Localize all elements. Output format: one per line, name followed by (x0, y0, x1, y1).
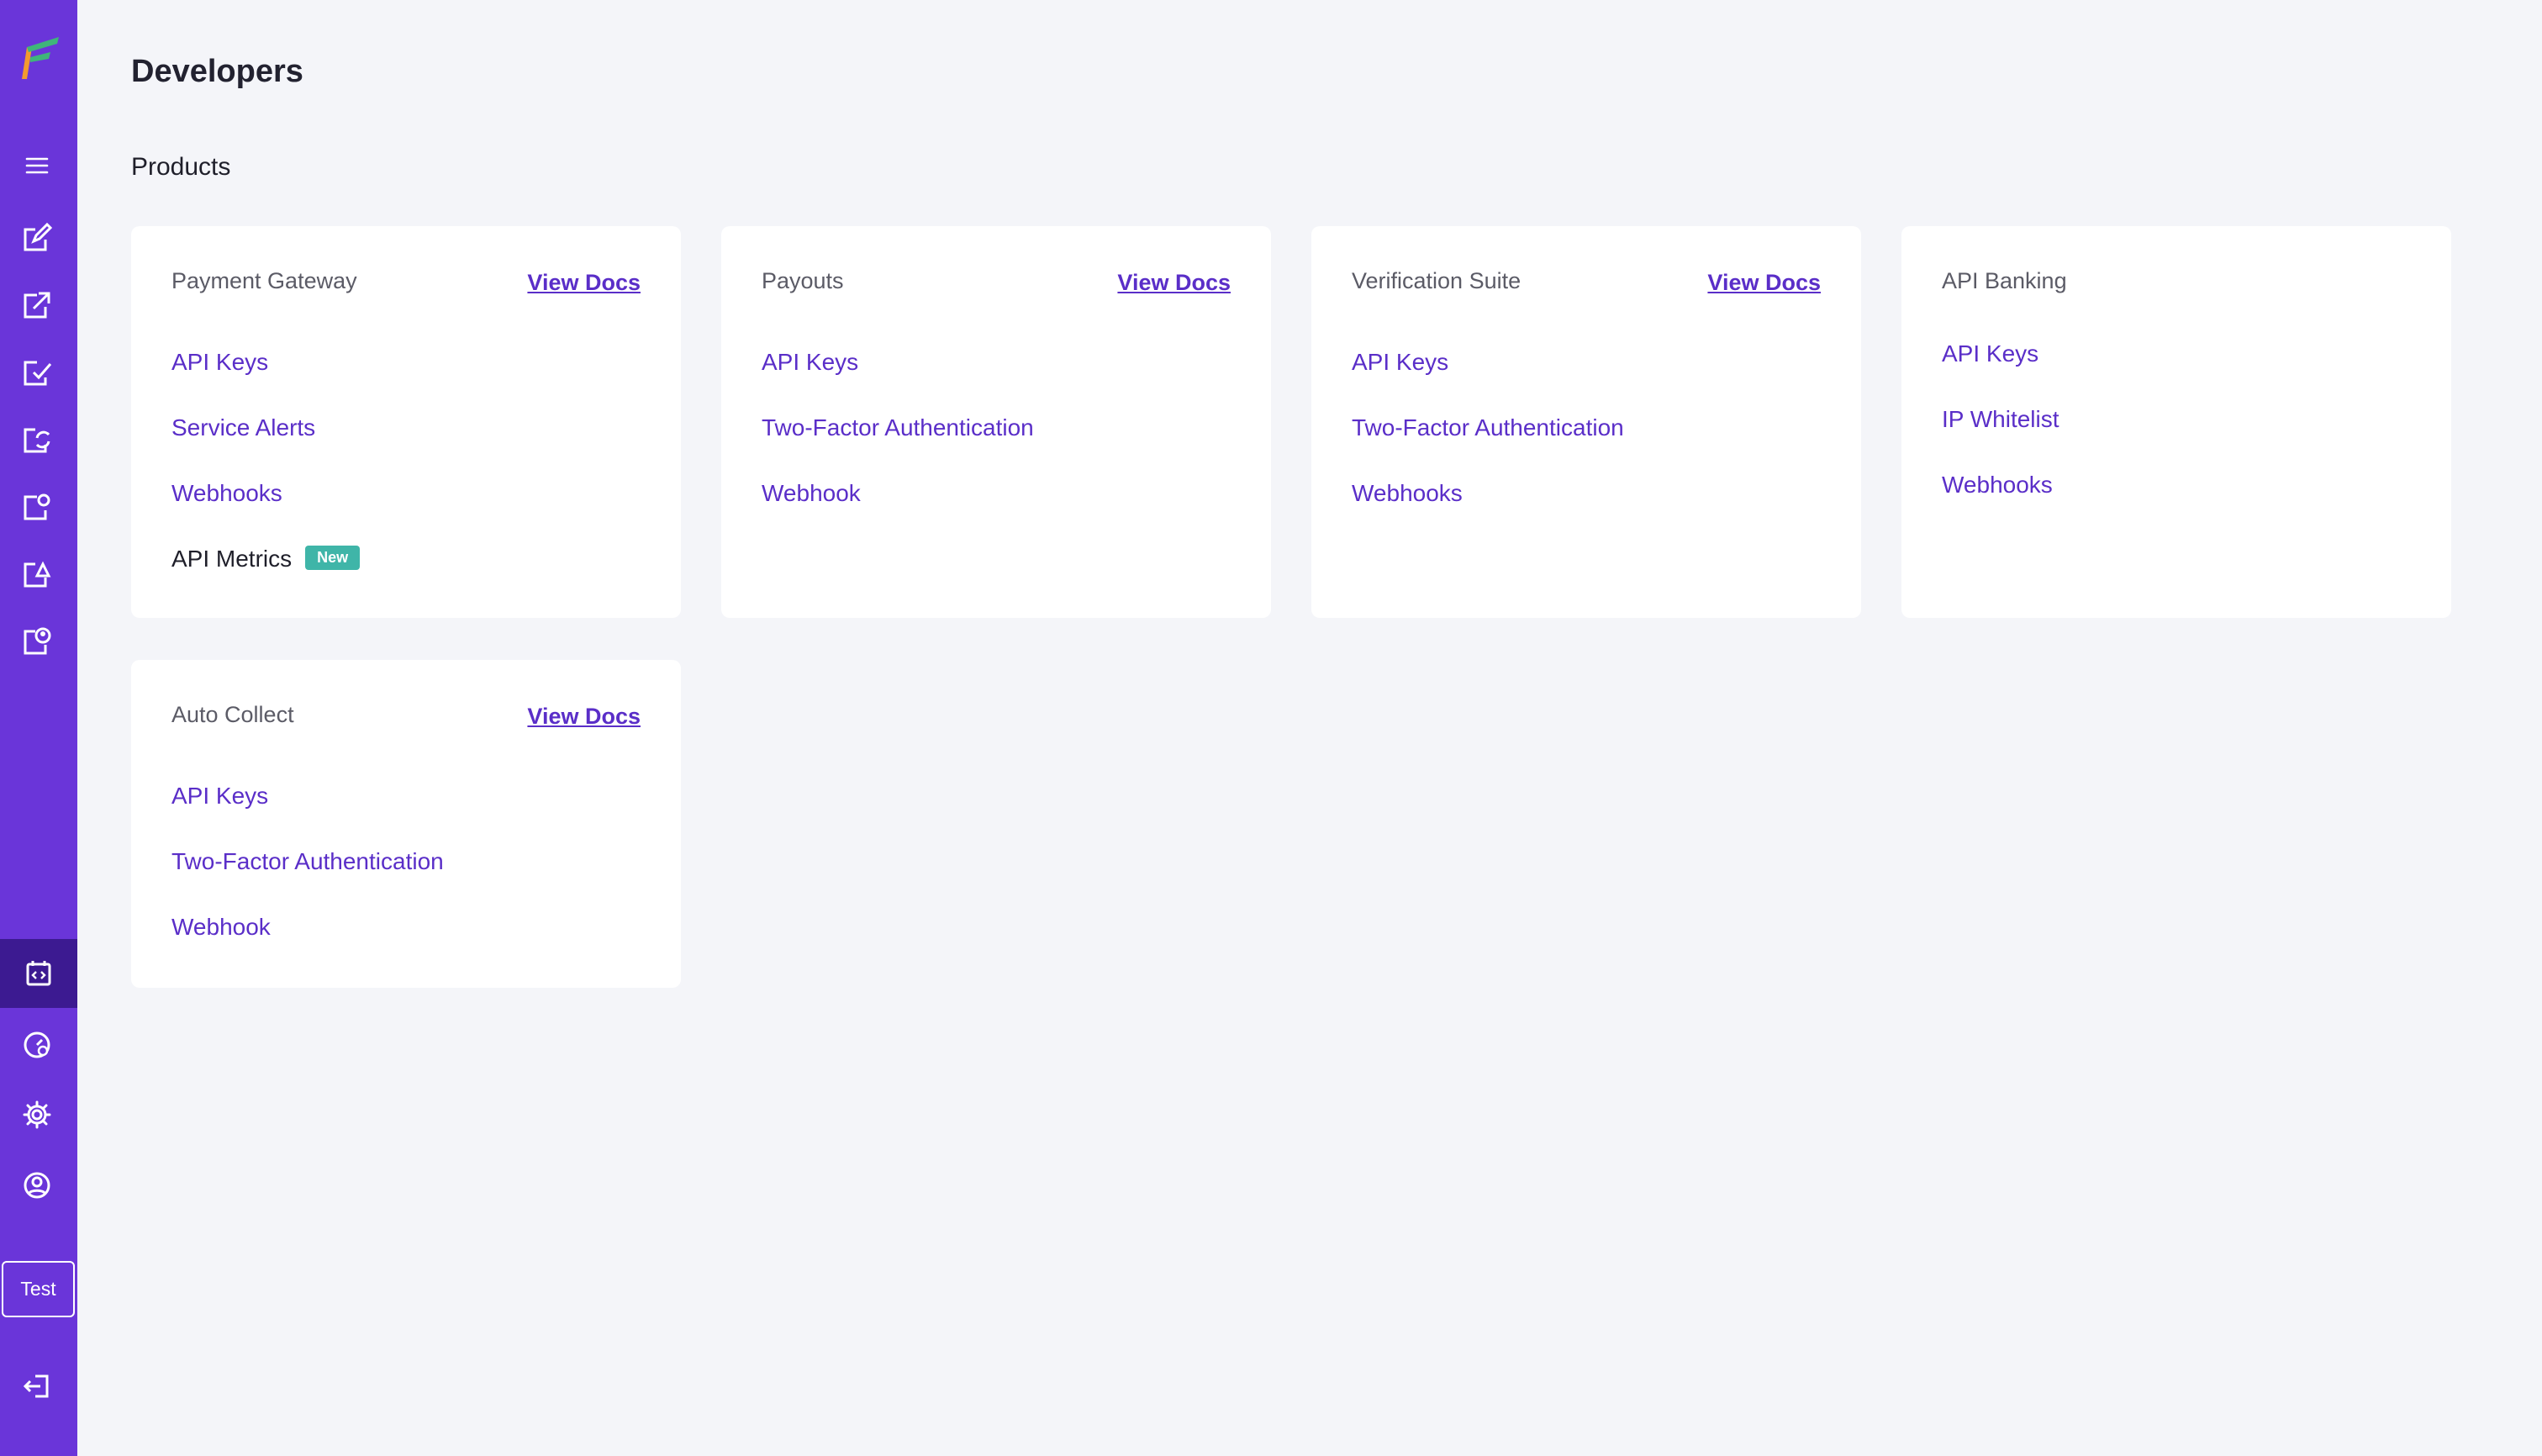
refresh-doc-icon[interactable] (17, 419, 57, 460)
developers-code-icon[interactable] (0, 939, 77, 1008)
link-webhooks[interactable]: Webhooks (1352, 480, 1463, 507)
link-api-metrics-label: API Metrics (171, 546, 293, 572)
card-title: Payment Gateway (171, 268, 357, 293)
account-user-icon[interactable] (17, 1165, 57, 1205)
link-two-factor-authentication[interactable]: Two-Factor Authentication (762, 414, 1034, 441)
sidebar: Test (0, 0, 77, 1456)
card-title: API Banking (1942, 268, 2067, 293)
mode-test-badge[interactable]: Test (2, 1261, 75, 1317)
link-api-keys[interactable]: API Keys (762, 349, 858, 376)
view-docs-link[interactable]: View Docs (1707, 270, 1821, 296)
logout-icon[interactable] (17, 1366, 57, 1406)
settings-gear-icon[interactable] (17, 1095, 57, 1135)
link-webhook[interactable]: Webhook (762, 480, 861, 507)
link-webhooks[interactable]: Webhooks (171, 480, 282, 507)
product-card-verification-suite: Verification Suite View Docs API Keys Tw… (1311, 226, 1861, 618)
brand-logo[interactable] (15, 35, 62, 82)
link-service-alerts[interactable]: Service Alerts (171, 414, 315, 441)
dashboard-gauge-icon[interactable] (17, 1025, 57, 1065)
new-badge: New (305, 546, 361, 571)
product-card-payouts: Payouts View Docs API Keys Two-Factor Au… (721, 226, 1271, 618)
link-api-keys[interactable]: API Keys (171, 783, 268, 810)
page-title: Developers (131, 54, 303, 89)
product-card-api-banking: API Banking API Keys IP Whitelist Webhoo… (1901, 226, 2451, 618)
upload-doc-icon[interactable] (17, 554, 57, 594)
link-api-keys[interactable]: API Keys (1942, 340, 2038, 367)
card-title: Auto Collect (171, 702, 294, 727)
card-title: Payouts (762, 268, 844, 293)
export-doc-icon[interactable] (17, 285, 57, 325)
link-ip-whitelist[interactable]: IP Whitelist (1942, 406, 2059, 433)
product-card-payment-gateway: Payment Gateway View Docs API Keys Servi… (131, 226, 681, 618)
section-title: Products (131, 153, 231, 181)
menu-icon[interactable] (17, 145, 57, 186)
profile-doc-icon[interactable] (17, 487, 57, 527)
product-card-auto-collect: Auto Collect View Docs API Keys Two-Fact… (131, 660, 681, 988)
link-api-metrics[interactable]: API Metrics New (171, 546, 361, 572)
link-two-factor-authentication[interactable]: Two-Factor Authentication (171, 848, 444, 875)
edit-doc-icon[interactable] (17, 218, 57, 258)
link-webhook[interactable]: Webhook (171, 914, 271, 941)
view-docs-link[interactable]: View Docs (527, 704, 641, 730)
link-two-factor-authentication[interactable]: Two-Factor Authentication (1352, 414, 1624, 441)
user-doc-icon[interactable] (17, 621, 57, 662)
view-docs-link[interactable]: View Docs (1117, 270, 1231, 296)
link-webhooks[interactable]: Webhooks (1942, 472, 2053, 499)
card-title: Verification Suite (1352, 268, 1522, 293)
link-api-keys[interactable]: API Keys (1352, 349, 1448, 376)
view-docs-link[interactable]: View Docs (527, 270, 641, 296)
verified-doc-icon[interactable] (17, 352, 57, 393)
link-api-keys[interactable]: API Keys (171, 349, 268, 376)
